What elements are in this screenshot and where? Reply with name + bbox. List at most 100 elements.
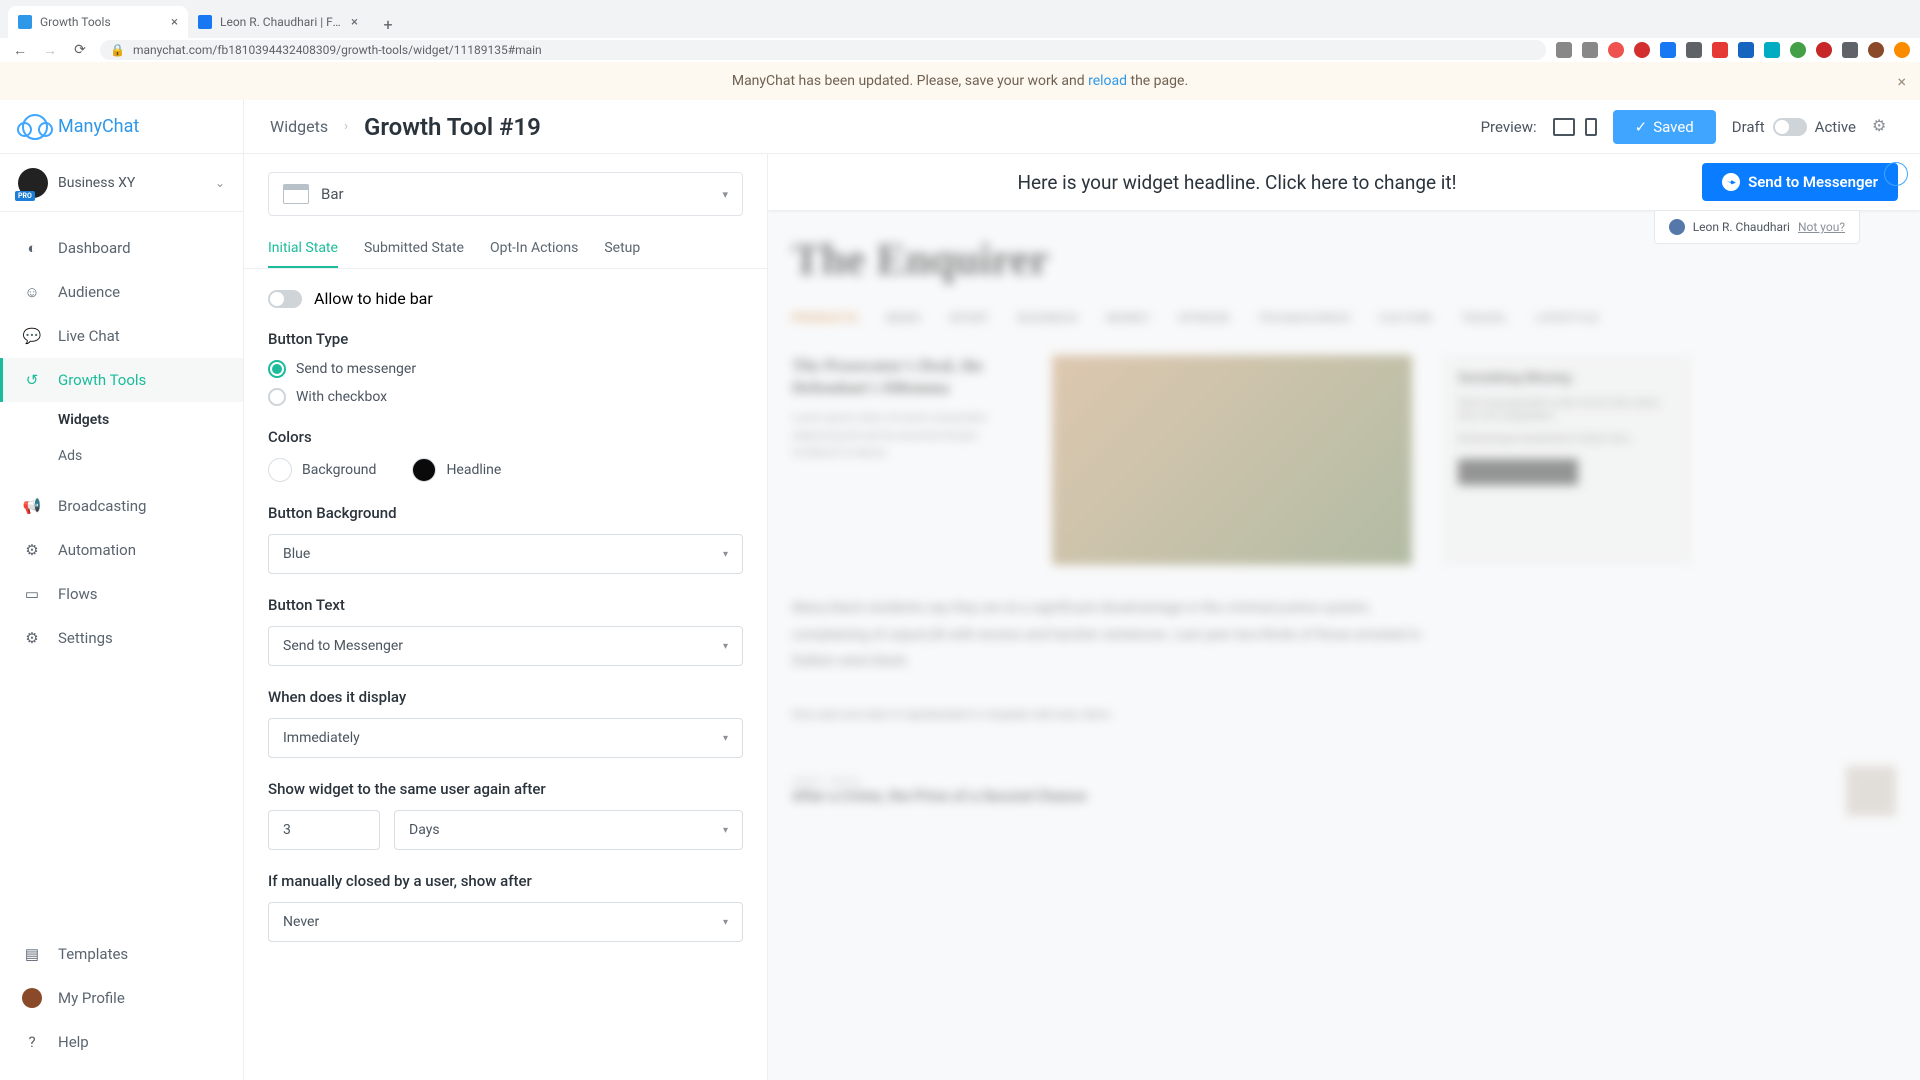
sidebar-item-templates[interactable]: ▤Templates (0, 932, 243, 976)
mobile-preview-icon[interactable] (1585, 118, 1597, 136)
headline-color-picker[interactable]: Headline (412, 458, 501, 482)
favicon (198, 15, 212, 29)
gauge-icon: ◐ (22, 238, 42, 258)
tab-setup[interactable]: Setup (604, 230, 640, 268)
active-label: Active (1815, 118, 1856, 136)
close-icon[interactable]: × (1897, 72, 1906, 91)
button-text-label: Button Text (268, 596, 743, 614)
extensions (1556, 42, 1910, 58)
colors-label: Colors (268, 428, 743, 446)
ext-icon[interactable] (1764, 42, 1780, 58)
tab-title: Leon R. Chaudhari | Facebook (220, 15, 343, 29)
sidebar-item-audience[interactable]: ☺Audience (0, 270, 243, 314)
ext-icon[interactable] (1634, 42, 1650, 58)
chevron-right-icon: › (344, 119, 348, 134)
account-name: Business XY (58, 175, 205, 191)
sidebar-item-profile[interactable]: My Profile (0, 976, 243, 1020)
display-label: When does it display (268, 688, 743, 706)
close-icon[interactable]: × (171, 15, 178, 30)
avatar (22, 988, 42, 1008)
brand[interactable]: ManyChat (0, 100, 243, 154)
button-text-select[interactable]: Send to Messenger▾ (268, 626, 743, 666)
ext-icon[interactable] (1686, 42, 1702, 58)
sidebar-sub-ads[interactable]: Ads (0, 438, 243, 474)
flows-icon: ▭ (22, 584, 42, 604)
close-icon[interactable]: × (351, 15, 358, 30)
ext-icon[interactable] (1582, 42, 1598, 58)
browser-tab[interactable]: Growth Tools × (8, 6, 188, 38)
tab-submitted-state[interactable]: Submitted State (364, 230, 464, 268)
preview-label: Preview: (1481, 118, 1537, 136)
chevron-down-icon: ⌄ (215, 176, 225, 190)
saved-button[interactable]: ✓Saved (1613, 110, 1716, 144)
allow-hide-toggle[interactable] (268, 290, 302, 308)
tab-optin-actions[interactable]: Opt-In Actions (490, 230, 578, 268)
background-color-picker[interactable]: Background (268, 458, 376, 482)
button-bg-label: Button Background (268, 504, 743, 522)
tab-initial-state[interactable]: Initial State (268, 230, 338, 268)
button-bg-select[interactable]: Blue▾ (268, 534, 743, 574)
lock-icon: 🔒 (110, 43, 125, 57)
desktop-preview-icon[interactable] (1553, 118, 1575, 136)
swatch-icon (412, 458, 436, 482)
ext-icon[interactable] (1712, 42, 1728, 58)
ext-icon[interactable] (1790, 42, 1806, 58)
chevron-down-icon: ▾ (723, 641, 728, 652)
widget-bar-preview: Here is your widget headline. Click here… (768, 154, 1920, 210)
sidebar-item-growth[interactable]: ↺Growth Tools (0, 358, 243, 402)
not-you-link[interactable]: Not you? (1798, 220, 1845, 234)
ext-icon[interactable] (1556, 42, 1572, 58)
browser-tab[interactable]: Leon R. Chaudhari | Facebook × (188, 6, 368, 38)
back-button[interactable]: ← (10, 40, 30, 60)
banner-text: the page. (1127, 73, 1188, 89)
blurred-background: The Enquirer PRODUCTSNEWSSPORTBUSINESSMO… (792, 234, 1896, 1080)
sidebar-item-dashboard[interactable]: ◐Dashboard (0, 226, 243, 270)
reload-link[interactable]: reload (1088, 73, 1127, 89)
draft-active-toggle[interactable] (1773, 118, 1807, 136)
chevron-down-icon: ▾ (722, 188, 728, 201)
show-again-label: Show widget to the same user again after (268, 780, 743, 798)
sidebar-item-broadcasting[interactable]: 📢Broadcasting (0, 484, 243, 528)
breadcrumb[interactable]: Widgets (270, 117, 328, 136)
check-icon: ✓ (1635, 118, 1648, 136)
templates-icon: ▤ (22, 944, 42, 964)
sidebar-item-flows[interactable]: ▭Flows (0, 572, 243, 616)
swatch-icon (268, 458, 292, 482)
account-switcher[interactable]: PRO Business XY ⌄ (0, 154, 243, 212)
display-select[interactable]: Immediately▾ (268, 718, 743, 758)
new-tab-button[interactable]: + (374, 10, 402, 38)
url-text: manychat.com/fb181039443240830​9/growth-… (133, 43, 542, 57)
ext-icon[interactable] (1816, 42, 1832, 58)
show-again-number[interactable]: 3 (268, 810, 380, 850)
ext-icon[interactable] (1608, 42, 1624, 58)
send-to-messenger-button[interactable]: Send to Messenger (1702, 163, 1898, 201)
update-banner: ManyChat has been updated. Please, save … (0, 62, 1920, 100)
radio-with-checkbox[interactable]: With checkbox (268, 388, 743, 406)
forward-button[interactable]: → (40, 40, 60, 60)
logo-icon (22, 114, 48, 140)
sidebar-item-help[interactable]: ?Help (0, 1020, 243, 1064)
widget-headline[interactable]: Here is your widget headline. Click here… (790, 171, 1684, 194)
ext-icon[interactable] (1738, 42, 1754, 58)
radio-send-messenger[interactable]: Send to messenger (268, 360, 743, 378)
show-again-unit-select[interactable]: Days▾ (394, 810, 743, 850)
megaphone-icon: 📢 (22, 496, 42, 516)
widget-type-select[interactable]: Bar ▾ (268, 172, 743, 216)
ext-icon[interactable] (1660, 42, 1676, 58)
sidebar-item-settings[interactable]: ⚙Settings (0, 616, 243, 660)
messenger-icon (1722, 173, 1740, 191)
sidebar-item-livechat[interactable]: 💬Live Chat (0, 314, 243, 358)
gear-icon[interactable]: ⚙ (1872, 116, 1894, 138)
address-bar[interactable]: 🔒 manychat.com/fb181039443240830​9/growt… (100, 40, 1546, 60)
ext-icon[interactable] (1842, 42, 1858, 58)
reload-button[interactable]: ⟳ (70, 40, 90, 60)
automation-icon: ⚙ (22, 540, 42, 560)
avatar[interactable] (1868, 42, 1884, 58)
sidebar-sub-widgets[interactable]: Widgets (0, 402, 243, 438)
sidebar-item-automation[interactable]: ⚙Automation (0, 528, 243, 572)
ext-icon[interactable] (1894, 42, 1910, 58)
closed-select[interactable]: Never▾ (268, 902, 743, 942)
closed-label: If manually closed by a user, show after (268, 872, 743, 890)
draft-label: Draft (1732, 118, 1765, 136)
banner-text: ManyChat has been updated. Please, save … (732, 73, 1088, 89)
